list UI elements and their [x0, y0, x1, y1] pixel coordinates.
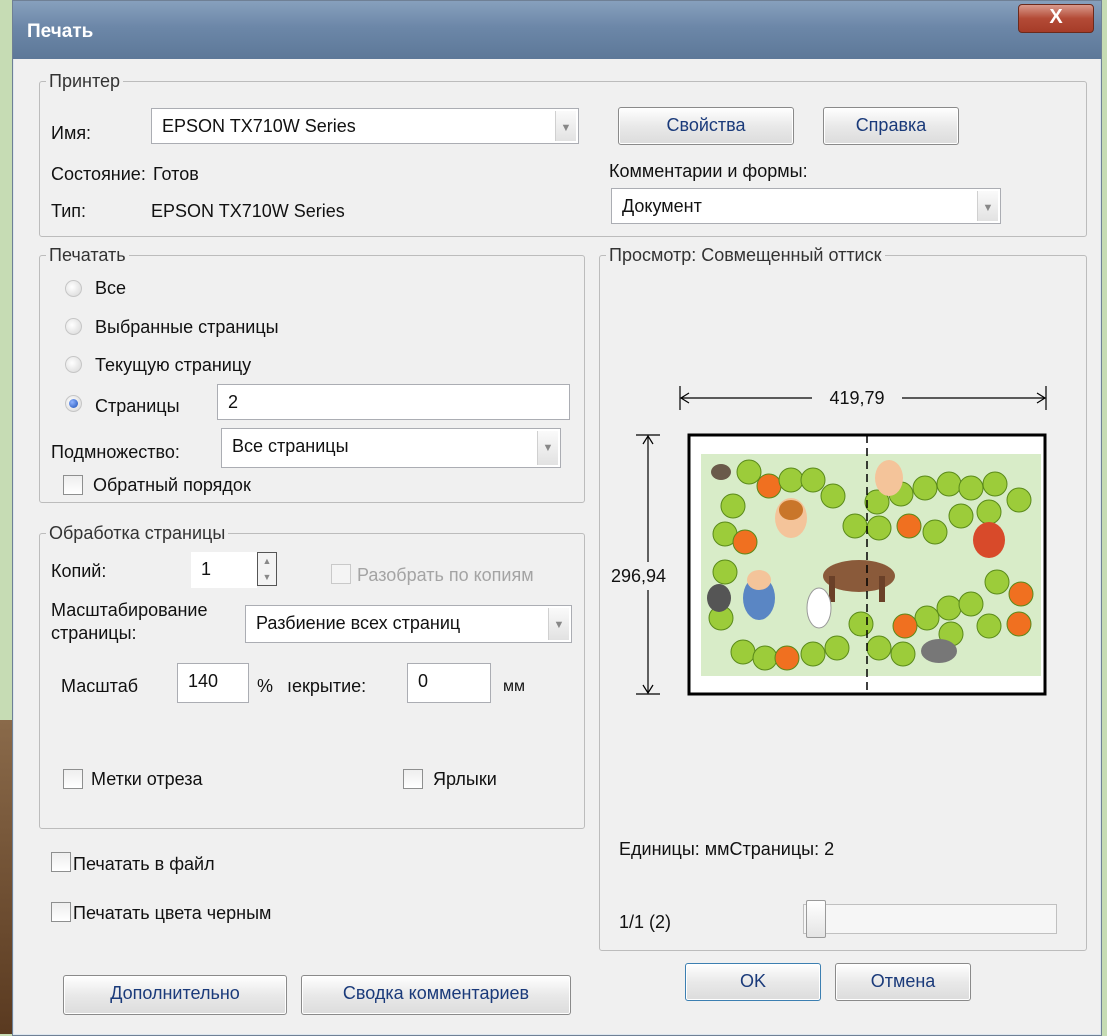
- printer-status-label: Состояние:: [51, 164, 146, 184]
- height-dimension: [636, 434, 660, 695]
- help-button[interactable]: Справка: [823, 107, 959, 145]
- comments-forms-value: Документ: [622, 196, 702, 216]
- page-handling-legend: Обработка страницы: [49, 523, 226, 543]
- print-black-label: Печатать цвета черным: [73, 903, 272, 923]
- preview-canvas: 419,79 296,94: [611, 386, 1047, 696]
- chevron-down-icon[interactable]: ▼: [555, 111, 576, 141]
- radio-selected-pages-label: Выбранные страницы: [95, 317, 279, 337]
- page-indicator: 1/1 (2): [619, 912, 672, 932]
- reverse-order-checkbox[interactable]: [63, 475, 83, 495]
- overlap-input[interactable]: 0: [407, 663, 491, 703]
- chevron-down-icon[interactable]: ▼: [537, 431, 558, 465]
- radio-pages-label: Страницы: [95, 396, 180, 416]
- preview-slider[interactable]: [803, 904, 1057, 934]
- preview-slider-thumb[interactable]: [806, 900, 826, 938]
- collate-checkbox[interactable]: [331, 564, 351, 584]
- print-range-legend: Печатать: [49, 245, 126, 265]
- printer-name-value: EPSON TX710W Series: [162, 116, 356, 136]
- printer-status-value: Готов: [153, 164, 199, 184]
- title-bar: Печать X: [13, 1, 1101, 59]
- printer-name-label: Имя:: [51, 123, 92, 143]
- stepper-down-icon[interactable]: ▼: [258, 569, 276, 585]
- radio-all[interactable]: [65, 280, 82, 297]
- summarize-comments-button[interactable]: Сводка комментариев: [301, 975, 571, 1015]
- printer-legend: Принтер: [49, 71, 121, 91]
- labels-label: Ярлыки: [433, 769, 497, 789]
- scale-unit: %: [257, 676, 274, 696]
- print-to-file-label: Печатать в файл: [73, 854, 215, 874]
- subset-label: Подмножество:: [51, 442, 180, 462]
- scaling-label-line1: Масштабирование: [51, 600, 208, 620]
- cut-marks-label: Метки отреза: [91, 769, 203, 789]
- cancel-button[interactable]: Отмена: [835, 963, 971, 1001]
- comments-forms-select[interactable]: Документ ▼: [611, 188, 1001, 224]
- printer-type-label: Тип:: [51, 201, 87, 221]
- pages-input[interactable]: 2: [217, 384, 570, 420]
- copies-stepper[interactable]: ▲ ▼: [257, 552, 277, 586]
- radio-selected-pages[interactable]: [65, 318, 82, 335]
- window-title: Печать: [27, 21, 94, 42]
- subset-select[interactable]: Все страницы ▼: [221, 428, 561, 468]
- properties-button[interactable]: Свойства: [618, 107, 794, 145]
- radio-all-label: Все: [95, 278, 127, 298]
- reverse-order-label: Обратный порядок: [93, 475, 251, 495]
- radio-pages[interactable]: [65, 395, 82, 412]
- scale-input[interactable]: 140: [177, 663, 249, 703]
- print-black-checkbox[interactable]: [51, 902, 71, 922]
- height-value: 296,94: [611, 566, 666, 586]
- desktop-edge: [0, 720, 12, 1034]
- radio-current-page[interactable]: [65, 356, 82, 373]
- scaling-label-line2: страницы:: [51, 623, 137, 643]
- scale-label: Масштаб: [61, 676, 139, 696]
- print-dialog: Печать X Принтер Имя: EPSON TX710W Serie…: [12, 0, 1102, 1036]
- stepper-up-icon[interactable]: ▲: [258, 553, 276, 569]
- subset-value: Все страницы: [232, 436, 349, 456]
- copies-input[interactable]: 1: [191, 552, 257, 588]
- width-value: 419,79: [829, 388, 884, 408]
- overlap-unit: мм: [503, 678, 525, 695]
- copies-label: Копий:: [51, 561, 107, 581]
- ok-button[interactable]: OK: [685, 963, 821, 1001]
- chevron-down-icon[interactable]: ▼: [548, 608, 569, 640]
- printer-type-value: EPSON TX710W Series: [151, 201, 345, 221]
- comments-forms-label: Комментарии и формы:: [609, 161, 808, 181]
- printer-name-select[interactable]: EPSON TX710W Series ▼: [151, 108, 579, 144]
- scaling-select[interactable]: Разбиение всех страниц ▼: [245, 605, 572, 643]
- overlap-label: ıекрытие:: [287, 676, 367, 696]
- scaling-value: Разбиение всех страниц: [256, 613, 461, 633]
- preview-legend: Просмотр: Совмещенный оттиск: [609, 245, 882, 265]
- cut-marks-checkbox[interactable]: [63, 769, 83, 789]
- advanced-button[interactable]: Дополнительно: [63, 975, 287, 1015]
- labels-checkbox[interactable]: [403, 769, 423, 789]
- units-pages-text: Единицы: ммСтраницы: 2: [619, 839, 835, 859]
- print-to-file-checkbox[interactable]: [51, 852, 71, 872]
- chevron-down-icon[interactable]: ▼: [977, 191, 998, 221]
- radio-current-page-label: Текущую страницу: [95, 355, 252, 375]
- collate-label: Разобрать по копиям: [357, 565, 534, 585]
- close-icon[interactable]: X: [1018, 4, 1094, 33]
